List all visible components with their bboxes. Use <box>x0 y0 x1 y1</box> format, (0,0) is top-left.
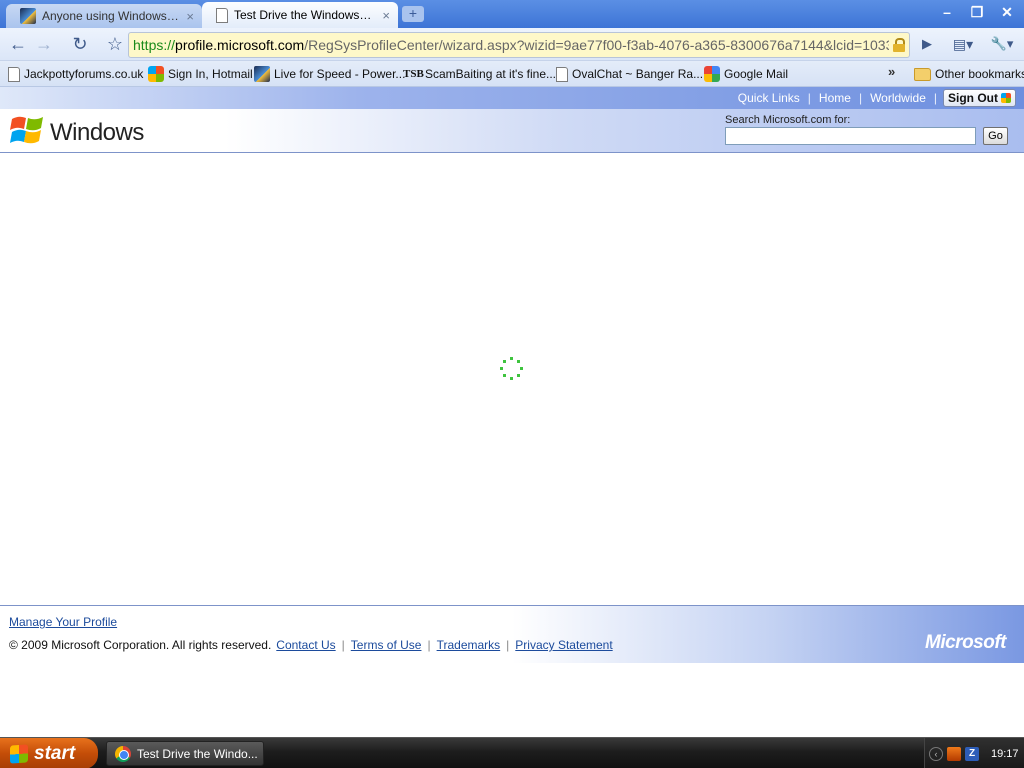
window-controls: – ❐ ✕ <box>934 2 1020 22</box>
microsoft-topbar: Quick Links | Home | Worldwide | Sign Ou… <box>0 87 1024 109</box>
url-host: profile.microsoft.com <box>175 37 305 53</box>
bookmark-label: Jackpottyforums.co.uk <box>24 67 144 81</box>
firewall-icon[interactable] <box>947 746 961 761</box>
google-icon <box>704 66 720 82</box>
microsoft-logo[interactable]: Microsoft <box>925 632 1007 654</box>
topbar-links: Quick Links | Home | Worldwide | Sign Ou… <box>730 89 1016 107</box>
tab-test-drive-windows7[interactable]: Test Drive the Windows® 7 ... × <box>202 2 398 28</box>
bookmark-label: Google Mail <box>724 67 789 81</box>
zonealarm-icon[interactable]: Z <box>965 746 979 761</box>
url-scheme: https:// <box>133 37 176 53</box>
minimize-button[interactable]: – <box>934 2 960 22</box>
bookmark-star-button[interactable]: ☆ <box>103 33 127 57</box>
back-button[interactable]: ← <box>6 33 30 57</box>
close-window-button[interactable]: ✕ <box>994 2 1020 22</box>
lfs-forum-icon <box>20 8 36 24</box>
trademarks-link[interactable]: Trademarks <box>437 638 501 652</box>
ssl-lock-icon[interactable] <box>893 38 905 52</box>
system-tray: ‹ Z 19:17 <box>924 738 1024 768</box>
bookmark-hotmail[interactable]: Sign In, Hotmail <box>148 65 253 83</box>
taskbar-window-chrome[interactable]: Test Drive the Windo... <box>106 741 264 766</box>
page-menu-button[interactable]: ▤▾ <box>948 33 978 57</box>
page-icon <box>556 66 568 82</box>
worldwide-link[interactable]: Worldwide <box>862 91 934 105</box>
bookmarks-overflow-chevron[interactable]: » <box>888 64 895 79</box>
terms-of-use-link[interactable]: Terms of Use <box>351 638 422 652</box>
web-page: Quick Links | Home | Worldwide | Sign Ou… <box>0 87 1024 737</box>
tab-title: Anyone using Windows 7? -... <box>42 9 180 23</box>
copyright-text: © 2009 Microsoft Corporation. All rights… <box>9 638 272 652</box>
start-button[interactable]: start <box>0 738 98 768</box>
clock[interactable]: 19:17 <box>991 748 1019 760</box>
windows-logo-icon[interactable] <box>10 113 46 147</box>
url-path: /RegSysProfileCenter/wizard.aspx?wizid=9… <box>304 37 889 53</box>
msn-butterfly-icon <box>148 66 164 82</box>
separator: | <box>341 638 345 652</box>
other-bookmarks-label: Other bookmarks <box>935 67 1024 81</box>
search-go-button[interactable]: Go <box>983 127 1008 145</box>
wrench-menu-button[interactable]: 🔧▾ <box>986 33 1018 57</box>
bookmark-live-for-speed[interactable]: Live for Speed - Power... <box>254 65 405 83</box>
start-label: start <box>34 742 76 764</box>
address-bar[interactable]: https://profile.microsoft.com/RegSysProf… <box>128 32 910 58</box>
bookmark-scambaiting[interactable]: TSB ScamBaiting at it's fine... <box>403 65 556 83</box>
bookmark-ovalchat[interactable]: OvalChat ~ Banger Ra... <box>556 65 703 83</box>
tab-close-icon[interactable]: × <box>186 9 194 24</box>
browser-toolbar: ← → ↻ ☆ https://profile.microsoft.com/Re… <box>0 28 1024 61</box>
tsb-icon: TSB <box>403 68 424 80</box>
bookmark-jackpottyforums[interactable]: Jackpottyforums.co.uk <box>8 65 143 83</box>
tab-anyone-using-windows7[interactable]: Anyone using Windows 7? -... × <box>6 4 202 28</box>
restore-button[interactable]: ❐ <box>964 2 990 22</box>
taskbar-window-label: Test Drive the Windo... <box>137 746 258 761</box>
chrome-icon <box>115 745 131 762</box>
address-url[interactable]: https://profile.microsoft.com/RegSysProf… <box>133 37 889 53</box>
forward-button[interactable]: → <box>32 33 56 57</box>
reload-button[interactable]: ↻ <box>68 33 92 57</box>
footer-legal-line: © 2009 Microsoft Corporation. All rights… <box>9 638 613 652</box>
new-tab-button[interactable]: + <box>402 6 424 22</box>
bookmark-label: OvalChat ~ Banger Ra... <box>572 67 704 81</box>
contact-us-link[interactable]: Contact Us <box>276 638 335 652</box>
go-arrow-button[interactable]: ▶ <box>915 33 939 57</box>
search-label: Search Microsoft.com for: <box>725 114 851 126</box>
separator: | <box>427 638 431 652</box>
browser-titlebar: Anyone using Windows 7? -... × Test Driv… <box>0 0 1024 28</box>
windows-flag-icon <box>10 743 28 764</box>
page-icon <box>8 66 20 82</box>
sign-out-button[interactable]: Sign Out <box>943 89 1016 107</box>
other-bookmarks[interactable]: Other bookmarks <box>914 65 1024 83</box>
search-input[interactable] <box>725 127 976 145</box>
page-icon <box>216 7 228 23</box>
tab-title: Test Drive the Windows® 7 ... <box>234 8 377 22</box>
folder-icon <box>914 67 931 81</box>
bookmark-label: Sign In, Hotmail <box>168 67 253 81</box>
bookmark-label: ScamBaiting at it's fine... <box>425 67 557 81</box>
bookmark-google-mail[interactable]: Google Mail <box>704 65 788 83</box>
privacy-statement-link[interactable]: Privacy Statement <box>515 638 612 652</box>
sign-out-label: Sign Out <box>948 91 998 105</box>
bookmark-label: Live for Speed - Power... <box>274 67 406 81</box>
microsoft-footer: Manage Your Profile © 2009 Microsoft Cor… <box>0 605 1024 663</box>
quick-links-link[interactable]: Quick Links <box>730 91 808 105</box>
bookmarks-bar: Jackpottyforums.co.uk Sign In, Hotmail L… <box>0 61 1024 87</box>
windows-flag-icon <box>1001 93 1011 103</box>
lfs-forum-icon <box>254 66 270 82</box>
separator: | <box>933 91 937 105</box>
taskbar: start Test Drive the Windo... ‹ Z 19:17 <box>0 737 1024 768</box>
tab-close-icon[interactable]: × <box>382 8 390 23</box>
windows-logo-text: Windows <box>50 119 144 146</box>
show-hidden-icons-arrow[interactable]: ‹ <box>929 746 943 761</box>
manage-profile-link[interactable]: Manage Your Profile <box>9 615 117 629</box>
microsoft-header: Windows Search Microsoft.com for: Go <box>0 109 1024 153</box>
separator: | <box>506 638 510 652</box>
home-link[interactable]: Home <box>811 91 859 105</box>
loading-spinner <box>500 357 524 381</box>
